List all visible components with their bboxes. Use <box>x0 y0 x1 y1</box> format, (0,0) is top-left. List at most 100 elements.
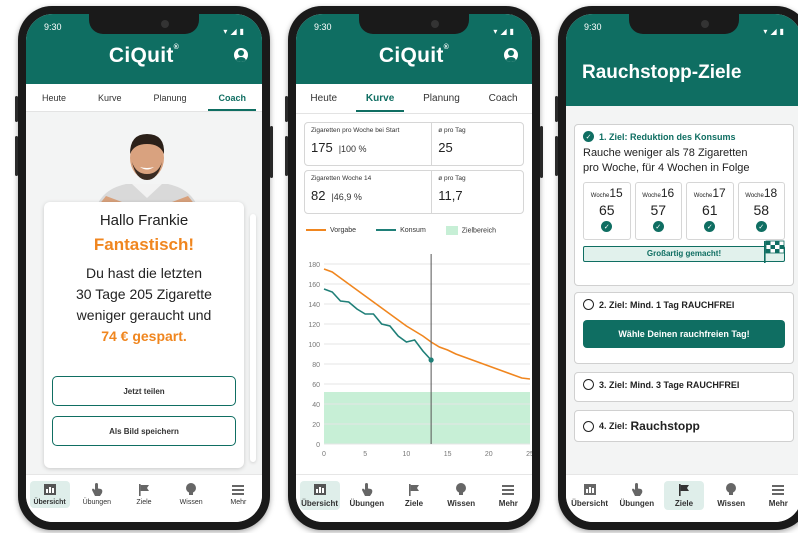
achievement-message: Du hast die letzten 30 Tage 205 Zigarett… <box>44 263 244 347</box>
check-icon: ✓ <box>583 131 594 142</box>
week-tiles: Woche15 65 ✓ Woche16 57 ✓ Woche17 61 ✓ W… <box>583 182 785 240</box>
y-tick-label: 20 <box>312 422 320 429</box>
menu-icon <box>771 483 785 496</box>
x-tick-label: 0 <box>322 451 326 458</box>
radio-icon <box>583 379 594 390</box>
y-tick-label: 160 <box>308 282 320 289</box>
hand-pointer-icon <box>360 483 374 496</box>
consumption-chart[interactable]: 0 20 40 60 80 100 120 140 160 180 0 5 10 15 20 25 <box>296 248 532 474</box>
nav-knowledge[interactable]: Wissen <box>171 481 211 508</box>
bar-chart-icon <box>43 483 57 496</box>
legend-target: Vorgabe <box>306 227 356 234</box>
save-image-button[interactable]: Als Bild speichern <box>52 416 236 446</box>
flag-icon <box>137 483 151 496</box>
nav-more[interactable]: Mehr <box>218 481 258 508</box>
x-tick-label: 15 <box>444 451 452 458</box>
stat-label: Zigaretten pro Woche bei Start <box>311 127 400 134</box>
nav-overview[interactable]: Übersicht <box>299 481 340 510</box>
nav-goals[interactable]: Ziele <box>394 481 434 510</box>
lightbulb-icon <box>454 483 468 496</box>
wifi-icon: ▾ <box>223 26 228 36</box>
nav-exercises[interactable]: Übungen <box>617 481 657 510</box>
check-icon: ✓ <box>755 221 767 232</box>
lightbulb-icon <box>724 483 738 496</box>
signal-icon: ◢ <box>230 26 237 36</box>
tab-coach[interactable]: Coach <box>208 87 256 111</box>
legend-goal-range: Zielbereich <box>445 226 496 235</box>
tab-planung[interactable]: Planung <box>419 87 464 110</box>
nav-overview[interactable]: Übersicht <box>570 481 610 510</box>
choose-smokefree-day-button[interactable]: Wähle Deinen rauchfreien Tag! <box>583 320 785 348</box>
profile-icon[interactable] <box>504 48 518 62</box>
nav-overview[interactable]: Übersicht <box>29 481 70 508</box>
bottom-nav: Übersicht Übungen Ziele Wissen Mehr <box>26 474 262 522</box>
profile-icon[interactable] <box>234 48 248 62</box>
nav-more[interactable]: Mehr <box>758 481 798 510</box>
stat-week14: Zigaretten Woche 14 82 |46,9 % ø pro Tag … <box>304 170 524 214</box>
week-tile: Woche18 58 ✓ <box>737 182 785 240</box>
battery-icon: ▮ <box>509 26 514 36</box>
app-logo: CiQuit® <box>108 44 180 67</box>
battery-icon: ▮ <box>779 26 784 36</box>
y-tick-label: 80 <box>312 362 320 369</box>
goal-range-band <box>324 392 530 444</box>
lightbulb-icon <box>184 483 198 496</box>
radio-icon <box>583 299 594 310</box>
y-tick-label: 60 <box>312 382 320 389</box>
check-icon: ✓ <box>704 221 716 232</box>
success-banner: Großartig gemacht! <box>583 240 785 263</box>
goal-card-3[interactable]: 3. Ziel: Mind. 3 Tage RAUCHFREI <box>574 372 794 402</box>
page-title: Rauchstopp-Ziele <box>582 62 742 83</box>
check-icon: ✓ <box>652 221 664 232</box>
nav-more[interactable]: Mehr <box>488 481 528 510</box>
flag-icon <box>407 483 421 496</box>
phone-coach: 9:30 ▾ ◢ ▮ CiQuit® Heute Kurve Planung Coa… <box>15 6 273 530</box>
nav-exercises[interactable]: Übungen <box>347 481 387 510</box>
tab-kurve[interactable]: Kurve <box>94 87 126 109</box>
nav-knowledge[interactable]: Wissen <box>441 481 481 510</box>
tab-heute[interactable]: Heute <box>306 87 341 110</box>
screen: 9:30 ▾ ◢ ▮ CiQuit® Heute Kurve Planung Coa… <box>296 14 532 522</box>
hand-pointer-icon <box>630 483 644 496</box>
bottom-nav: Übersicht Übungen Ziele Wissen Mehr <box>566 474 798 522</box>
screen: 9:30 ▾ ◢ ▮ CiQuit® Heute Kurve Planung Coa… <box>26 14 262 522</box>
stat-start: Zigaretten pro Woche bei Start 175 |100 %… <box>304 122 524 166</box>
avg-label: ø pro Tag <box>438 175 466 182</box>
tab-coach[interactable]: Coach <box>485 87 522 110</box>
nav-goals[interactable]: Ziele <box>663 481 704 510</box>
goal-title: 4. Ziel: Rauchstopp <box>583 419 785 433</box>
week-tile: Woche16 57 ✓ <box>634 182 682 240</box>
hand-pointer-icon <box>90 483 104 496</box>
avg-value: 11,7 <box>438 188 463 203</box>
week-tile: Woche15 65 ✓ <box>583 182 631 240</box>
nav-knowledge[interactable]: Wissen <box>711 481 751 510</box>
next-card-peek[interactable] <box>250 214 256 462</box>
y-tick-label: 120 <box>308 322 320 329</box>
share-button[interactable]: Jetzt teilen <box>52 376 236 406</box>
x-tick-label: 10 <box>403 451 411 458</box>
checkered-flag-icon <box>764 240 785 263</box>
greeting: Hallo Frankie <box>99 212 189 229</box>
x-tick-label: 5 <box>363 451 367 458</box>
tab-heute[interactable]: Heute <box>38 87 70 109</box>
menu-icon <box>231 483 245 496</box>
goal-card-2: 2. Ziel: Mind. 1 Tag RAUCHFREI Wähle Dei… <box>574 292 794 364</box>
tab-kurve[interactable]: Kurve <box>355 87 405 112</box>
stat-value: 175 <box>311 140 333 155</box>
marketing-stage: 9:30 ▾ ◢ ▮ CiQuit® Heute Kurve Planung Coa… <box>0 0 798 533</box>
goal-card-4[interactable]: 4. Ziel: Rauchstopp <box>574 410 794 442</box>
stats-panel: Zigaretten pro Woche bei Start 175 |100 %… <box>304 122 524 218</box>
nav-goals[interactable]: Ziele <box>124 481 164 508</box>
tab-planung[interactable]: Planung <box>149 87 190 109</box>
y-tick-label: 0 <box>316 442 320 449</box>
nav-exercises[interactable]: Übungen <box>77 481 117 508</box>
headline: Fantastisch! <box>93 235 195 254</box>
money-saved: 74 € gespart. <box>101 328 187 344</box>
menu-icon <box>501 483 515 496</box>
app-logo: CiQuit® <box>378 44 450 67</box>
phone-goals: Rauchstopp-Ziele 9:30 ▾ ◢ ▮ ✓ 1. Ziel: Red… <box>555 6 798 530</box>
avg-label: ø pro Tag <box>438 127 466 134</box>
achievement-card: Hallo Frankie Fantastisch! Du hast die l… <box>44 202 244 468</box>
battery-icon: ▮ <box>239 26 244 36</box>
check-icon: ✓ <box>601 221 613 232</box>
